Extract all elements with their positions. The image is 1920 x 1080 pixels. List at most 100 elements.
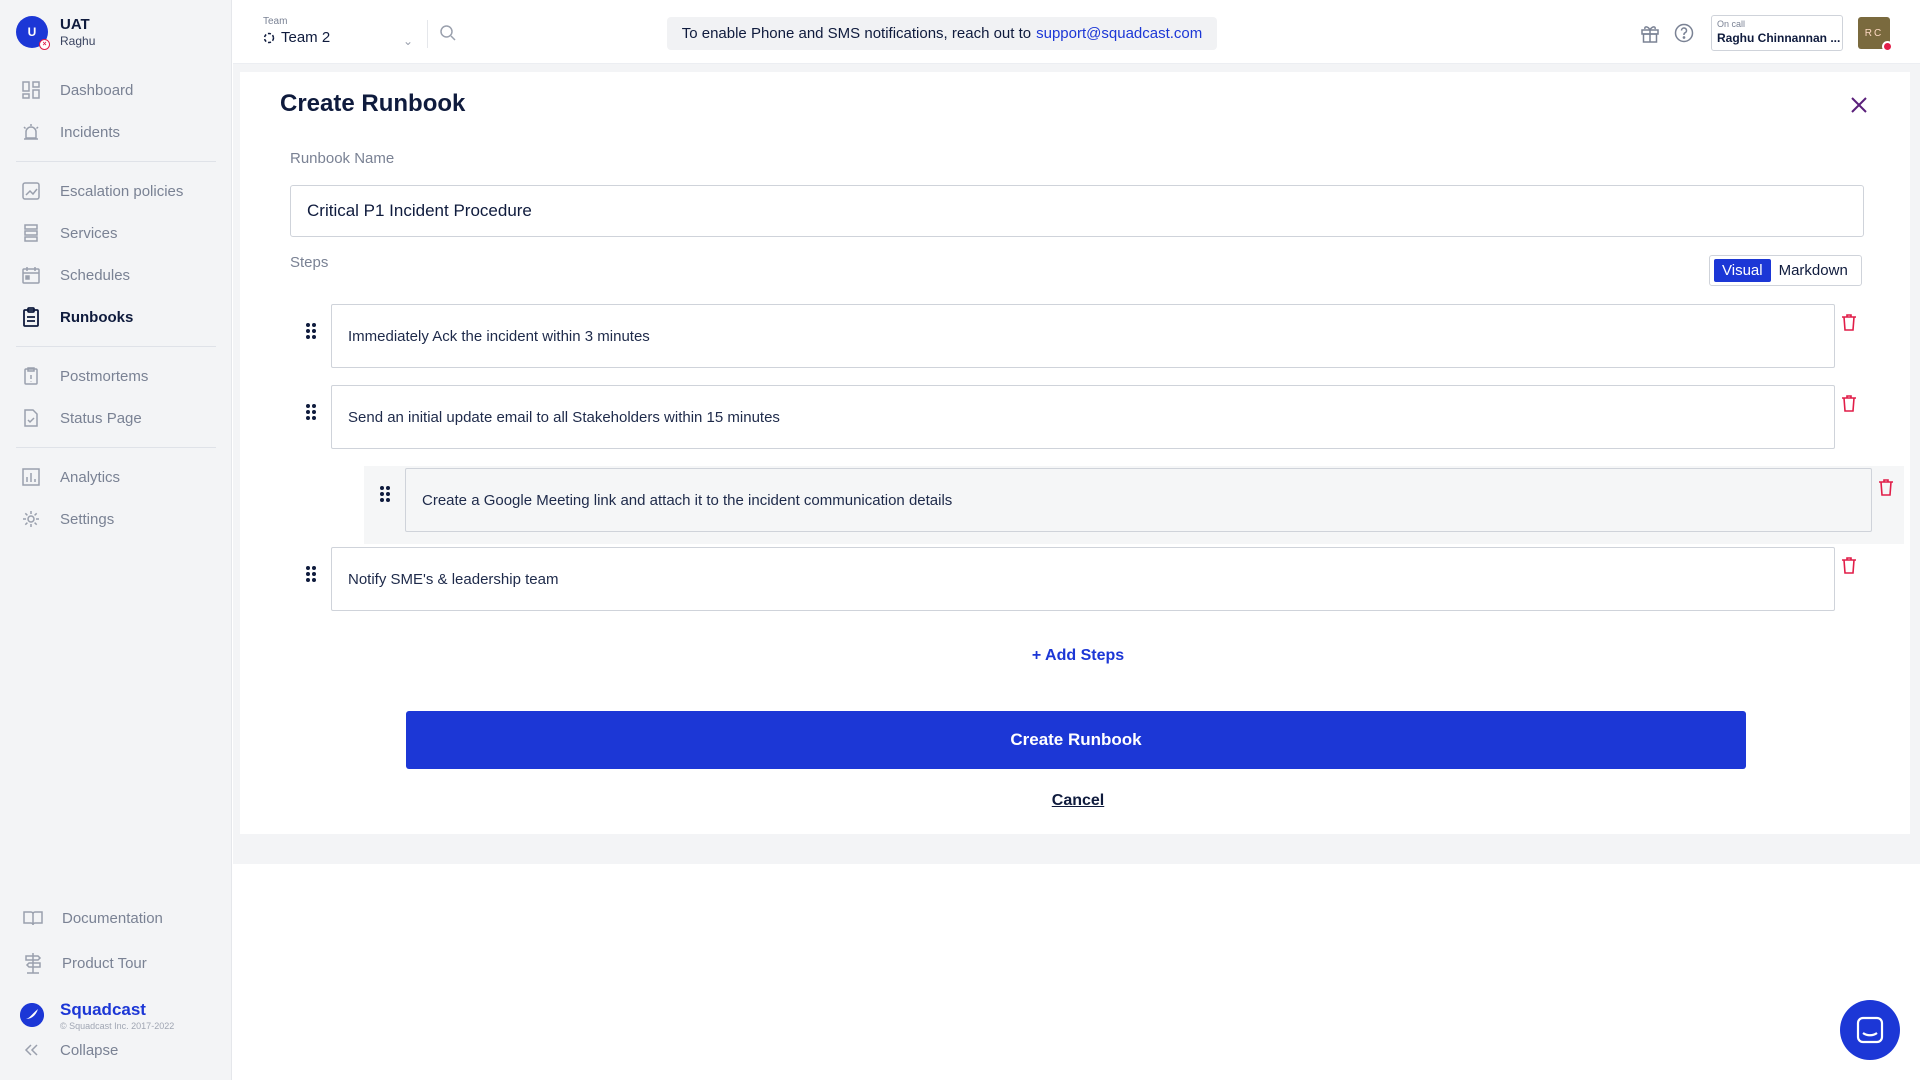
sidebar-divider [16, 161, 216, 162]
delete-step-icon[interactable] [1841, 313, 1857, 331]
search-icon[interactable] [439, 24, 457, 42]
analytics-icon [21, 467, 41, 487]
sidebar-nav-bottom: Documentation Product Tour [16, 896, 216, 986]
status-badge [1882, 41, 1893, 52]
sidebar-item-label: Analytics [60, 468, 121, 486]
escalation-icon [21, 181, 41, 201]
step-input[interactable]: Notify SME's & leadership team [331, 547, 1835, 611]
sidebar-item-analytics[interactable]: Analytics [16, 456, 216, 498]
runbook-name-input[interactable] [290, 185, 1864, 237]
collapse-label: Collapse [60, 1041, 119, 1059]
sidebar-item-incidents[interactable]: Incidents [16, 111, 216, 153]
org-badge-icon: × [39, 39, 50, 50]
top-header: Team Team 2 ⌄ To enable Phone and SMS no… [233, 0, 1920, 64]
book-icon [23, 908, 43, 928]
help-icon[interactable] [1674, 23, 1694, 43]
sidebar-item-services[interactable]: Services [16, 212, 216, 254]
sidebar-divider [16, 346, 216, 347]
services-icon [21, 223, 41, 243]
sidebar-item-label: Postmortems [60, 367, 149, 385]
delete-step-icon[interactable] [1841, 556, 1857, 574]
header-divider [427, 20, 428, 48]
postmortem-icon [21, 366, 41, 386]
add-steps-button[interactable]: + Add Steps [1028, 647, 1128, 665]
notification-banner: To enable Phone and SMS notifications, r… [667, 17, 1217, 50]
notice-text: To enable Phone and SMS notifications, r… [681, 25, 1032, 42]
page-title: Create Runbook [280, 90, 466, 117]
drag-handle-icon[interactable] [304, 402, 318, 422]
oncall-name: Raghu Chinnannan ... [1717, 31, 1841, 45]
support-email-link[interactable]: support@squadcast.com [1036, 25, 1202, 42]
sidebar-item-label: Status Page [60, 409, 142, 427]
delete-step-icon[interactable] [1841, 394, 1857, 412]
team-name: Team 2 [281, 29, 331, 46]
sidebar-item-label: Dashboard [60, 81, 134, 99]
sidebar-divider [16, 447, 216, 448]
step-input[interactable]: Send an initial update email to all Stak… [331, 385, 1835, 449]
signpost-icon [23, 953, 43, 974]
oncall-indicator[interactable]: On call Raghu Chinnannan ... [1711, 15, 1843, 51]
delete-step-icon[interactable] [1878, 478, 1894, 496]
chat-launcher-button[interactable] [1840, 1000, 1900, 1060]
org-initial: U [27, 25, 37, 39]
brand: Squadcast © Squadcast Inc. 2017-2022 [20, 1000, 174, 1031]
calendar-icon [21, 265, 41, 285]
cancel-button[interactable]: Cancel [1028, 792, 1128, 810]
sidebar-item-label: Product Tour [62, 954, 147, 972]
sidebar-item-label: Services [60, 224, 118, 242]
sidebar-item-label: Schedules [60, 266, 131, 284]
sidebar-item-label: Incidents [60, 123, 121, 141]
dashboard-icon [21, 80, 41, 100]
step-input[interactable]: Immediately Ack the incident within 3 mi… [331, 304, 1835, 368]
markdown-mode-button[interactable]: Markdown [1771, 259, 1856, 282]
team-label: Team [263, 16, 288, 27]
squadcast-logo-icon [20, 1003, 44, 1027]
steps-label: Steps [290, 254, 329, 271]
brand-name: Squadcast [60, 1000, 146, 1019]
org-user: Raghu [60, 34, 96, 48]
app-root: U × UAT Raghu Dashboard Incidents Escala… [0, 0, 1920, 1080]
create-runbook-card: Create Runbook Runbook Name Steps Visual… [240, 72, 1910, 834]
incidents-icon [21, 122, 41, 142]
sidebar-item-label: Settings [60, 510, 115, 528]
sidebar-item-label: Escalation policies [60, 182, 184, 200]
sidebar-item-label: Documentation [62, 909, 163, 927]
org-switcher[interactable]: U × UAT Raghu [16, 16, 96, 50]
org-avatar: U × [16, 16, 50, 50]
sidebar: U × UAT Raghu Dashboard Incidents Escala… [0, 0, 232, 1080]
step-input[interactable]: Create a Google Meeting link and attach … [405, 468, 1872, 532]
gift-icon[interactable] [1640, 23, 1660, 43]
user-initials: RC [1864, 27, 1884, 39]
double-chevron-left-icon [21, 1040, 41, 1060]
sidebar-item-documentation[interactable]: Documentation [16, 896, 216, 940]
sidebar-item-escalation-policies[interactable]: Escalation policies [16, 170, 216, 212]
brand-text: Squadcast © Squadcast Inc. 2017-2022 [60, 1000, 174, 1031]
drag-handle-icon[interactable] [378, 484, 392, 504]
runbook-name-label: Runbook Name [290, 150, 395, 167]
sidebar-item-label: Runbooks [60, 308, 134, 326]
sidebar-item-dashboard[interactable]: Dashboard [16, 69, 216, 111]
sidebar-item-status-page[interactable]: Status Page [16, 397, 216, 439]
close-icon[interactable] [1848, 94, 1870, 116]
collapse-button[interactable]: Collapse [16, 1040, 118, 1060]
create-runbook-button[interactable]: Create Runbook [406, 711, 1746, 769]
editor-mode-toggle: Visual Markdown [1709, 255, 1862, 286]
team-spinner-icon [263, 32, 275, 43]
sidebar-item-product-tour[interactable]: Product Tour [16, 940, 216, 986]
status-page-icon [21, 408, 41, 428]
sidebar-item-postmortems[interactable]: Postmortems [16, 355, 216, 397]
visual-mode-button[interactable]: Visual [1714, 259, 1771, 282]
org-name: UAT [60, 16, 90, 33]
gear-icon [21, 509, 41, 529]
chevron-down-icon: ⌄ [402, 34, 413, 48]
drag-handle-icon[interactable] [304, 321, 318, 341]
oncall-label: On call [1717, 19, 1746, 29]
sidebar-item-settings[interactable]: Settings [16, 498, 216, 540]
team-selector[interactable]: Team Team 2 ⌄ [263, 16, 413, 48]
user-avatar[interactable]: RC [1858, 17, 1893, 52]
drag-handle-icon[interactable] [304, 564, 318, 584]
sidebar-item-runbooks[interactable]: Runbooks [16, 296, 216, 338]
sidebar-item-schedules[interactable]: Schedules [16, 254, 216, 296]
brand-copyright: © Squadcast Inc. 2017-2022 [60, 1021, 175, 1031]
clipboard-icon [21, 307, 41, 327]
